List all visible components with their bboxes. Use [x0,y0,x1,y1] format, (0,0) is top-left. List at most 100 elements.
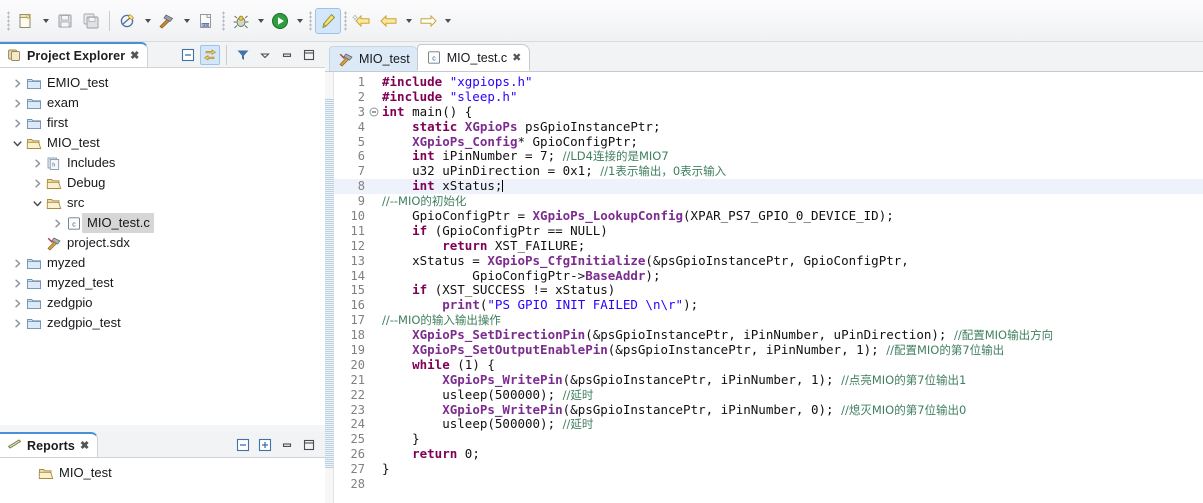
code-editor[interactable]: 1#include "xgpiops.h"2#include "sleep.h"… [325,71,1203,503]
code-line[interactable]: 1#include "xgpiops.h" [334,75,1203,90]
code-line[interactable]: 28 [334,477,1203,492]
editor-marker-bar[interactable] [325,72,334,503]
chevron-right-icon[interactable] [10,293,25,313]
editor-tab-mio-test-c[interactable]: cMIO_test.c✖ [417,44,531,71]
left-panel-splitter[interactable] [0,425,325,432]
editor-tab-mio-test[interactable]: MIO_test [329,46,419,71]
project-tree[interactable]: EMIO_testexamfirstMIO_testhIncludesDebug… [0,68,325,333]
code-line[interactable]: 18 XGpioPs_SetDirectionPin(&psGpioInstan… [334,328,1203,343]
code-line[interactable]: 21 XGpioPs_WritePin(&psGpioInstancePtr, … [334,373,1203,388]
back-arrow-star-icon[interactable] [350,8,376,34]
code-line[interactable]: 4 static XGpioPs psGpioInstancePtr; [334,120,1203,135]
reports-tab[interactable]: Reports ✖ [0,432,98,457]
chevron-down-icon[interactable] [10,133,25,153]
chevron-right-icon[interactable] [10,73,25,93]
code-line[interactable]: 9//--MIO的初始化 [334,194,1203,209]
code-line[interactable]: 10 GpioConfigPtr = XGpioPs_LookupConfig(… [334,209,1203,224]
source-code[interactable]: 1#include "xgpiops.h"2#include "sleep.h"… [334,72,1203,503]
maximize-icon[interactable] [299,45,319,65]
tree-item[interactable]: zedgpio [0,293,325,313]
toolbar-drag-handle[interactable] [7,11,10,31]
tree-item[interactable]: src [0,193,325,213]
code-line[interactable]: 19 XGpioPs_SetOutputEnablePin(&psGpioIns… [334,343,1203,358]
tree-item[interactable]: first [0,113,325,133]
build-dropdown-arrow[interactable] [180,9,193,33]
code-line[interactable]: 7 u32 uPinDirection = 0x1; //1表示输出，0表示输入 [334,164,1203,179]
binary-file-icon[interactable]: 010 [193,8,219,34]
chevron-down-icon[interactable] [30,193,45,213]
chevron-right-icon[interactable] [30,173,45,193]
toolbar-group-handle-4[interactable] [344,11,347,31]
new-file-dropdown-arrow[interactable] [39,9,52,33]
new-file-icon[interactable] [13,8,39,34]
hammer-icon[interactable] [154,8,180,34]
tree-item[interactable]: MIO_test [0,463,325,483]
project-explorer-tab[interactable]: Project Explorer ✖ [0,42,148,67]
collapse-all-icon[interactable] [178,45,198,65]
right-arrow-icon[interactable] [415,8,441,34]
code-line[interactable]: 11 if (GpioConfigPtr == NULL) [334,224,1203,239]
toolbar-group-handle-3[interactable] [309,11,312,31]
debug-dropdown-arrow[interactable] [254,9,267,33]
tree-item[interactable]: project.sdx [0,233,325,253]
reports-tree[interactable]: MIO_test [0,458,325,483]
chevron-right-icon[interactable] [10,113,25,133]
editor-tab-bar[interactable]: MIO_testcMIO_test.c✖ [325,42,1203,71]
code-line[interactable]: 13 xStatus = XGpioPs_CfgInitialize(&psGp… [334,254,1203,269]
run-dropdown-arrow[interactable] [293,9,306,33]
save-all-icon[interactable] [78,8,104,34]
tree-item[interactable]: EMIO_test [0,73,325,93]
code-line[interactable]: 14 GpioConfigPtr->BaseAddr); [334,269,1203,284]
code-line[interactable]: 24 usleep(500000); //延时 [334,417,1203,432]
maximize-icon[interactable] [299,435,319,455]
save-icon[interactable] [52,8,78,34]
close-icon[interactable]: ✖ [130,49,139,62]
code-line[interactable]: 25 } [334,432,1203,447]
close-icon[interactable]: ✖ [80,439,89,452]
code-line[interactable]: 22 usleep(500000); //延时 [334,388,1203,403]
tree-item[interactable]: exam [0,93,325,113]
tree-item[interactable]: Debug [0,173,325,193]
toolbar-group-handle-2[interactable] [222,11,225,31]
code-line[interactable]: 20 while (1) { [334,358,1203,373]
code-line[interactable]: 8 int xStatus; [334,179,1203,194]
close-icon[interactable]: ✖ [512,51,521,64]
next-annotation-dropdown-arrow[interactable] [441,9,454,33]
build-all-icon[interactable] [115,8,141,34]
highlighter-icon[interactable] [315,8,341,34]
chevron-right-icon[interactable] [10,313,25,333]
code-line[interactable]: 5 XGpioPs_Config* GpioConfigPtr; [334,135,1203,150]
tree-item[interactable]: myzed_test [0,273,325,293]
fold-collapse-icon[interactable] [368,107,379,117]
run-icon[interactable] [267,8,293,34]
code-line[interactable]: 6 int iPinNumber = 7; //LD4连接的是MIO7 [334,149,1203,164]
chevron-right-icon[interactable] [10,93,25,113]
code-line[interactable]: 17//--MIO的输入输出操作 [334,313,1203,328]
link-with-editor-icon[interactable] [200,45,220,65]
tree-item[interactable]: cMIO_test.c [0,213,325,233]
tree-item[interactable]: myzed [0,253,325,273]
code-line[interactable]: 16 print("PS GPIO INIT FAILED \n\r"); [334,298,1203,313]
chevron-right-icon[interactable] [10,273,25,293]
chevron-right-icon[interactable] [10,253,25,273]
code-line[interactable]: 12 return XST_FAILURE; [334,239,1203,254]
code-line[interactable]: 15 if (XST_SUCCESS != xStatus) [334,283,1203,298]
chevron-right-icon[interactable] [50,213,65,233]
code-line[interactable]: 23 XGpioPs_WritePin(&psGpioInstancePtr, … [334,403,1203,418]
build-all-dropdown-arrow[interactable] [141,9,154,33]
tree-item[interactable]: zedgpio_test [0,313,325,333]
left-arrow-icon[interactable] [376,8,402,34]
minimize-icon[interactable] [277,45,297,65]
code-line[interactable]: 26 return 0; [334,447,1203,462]
tree-item[interactable]: hIncludes [0,153,325,173]
collapse-all-icon[interactable] [233,435,253,455]
code-line[interactable]: 3int main() { [334,105,1203,120]
tree-item[interactable]: MIO_test [0,133,325,153]
previous-annotation-dropdown-arrow[interactable] [402,9,415,33]
chevron-right-icon[interactable] [30,153,45,173]
code-line[interactable]: 27} [334,462,1203,477]
minimize-icon[interactable] [277,435,297,455]
filter-icon[interactable] [233,45,253,65]
view-menu-icon[interactable] [255,45,275,65]
expand-all-icon[interactable] [255,435,275,455]
